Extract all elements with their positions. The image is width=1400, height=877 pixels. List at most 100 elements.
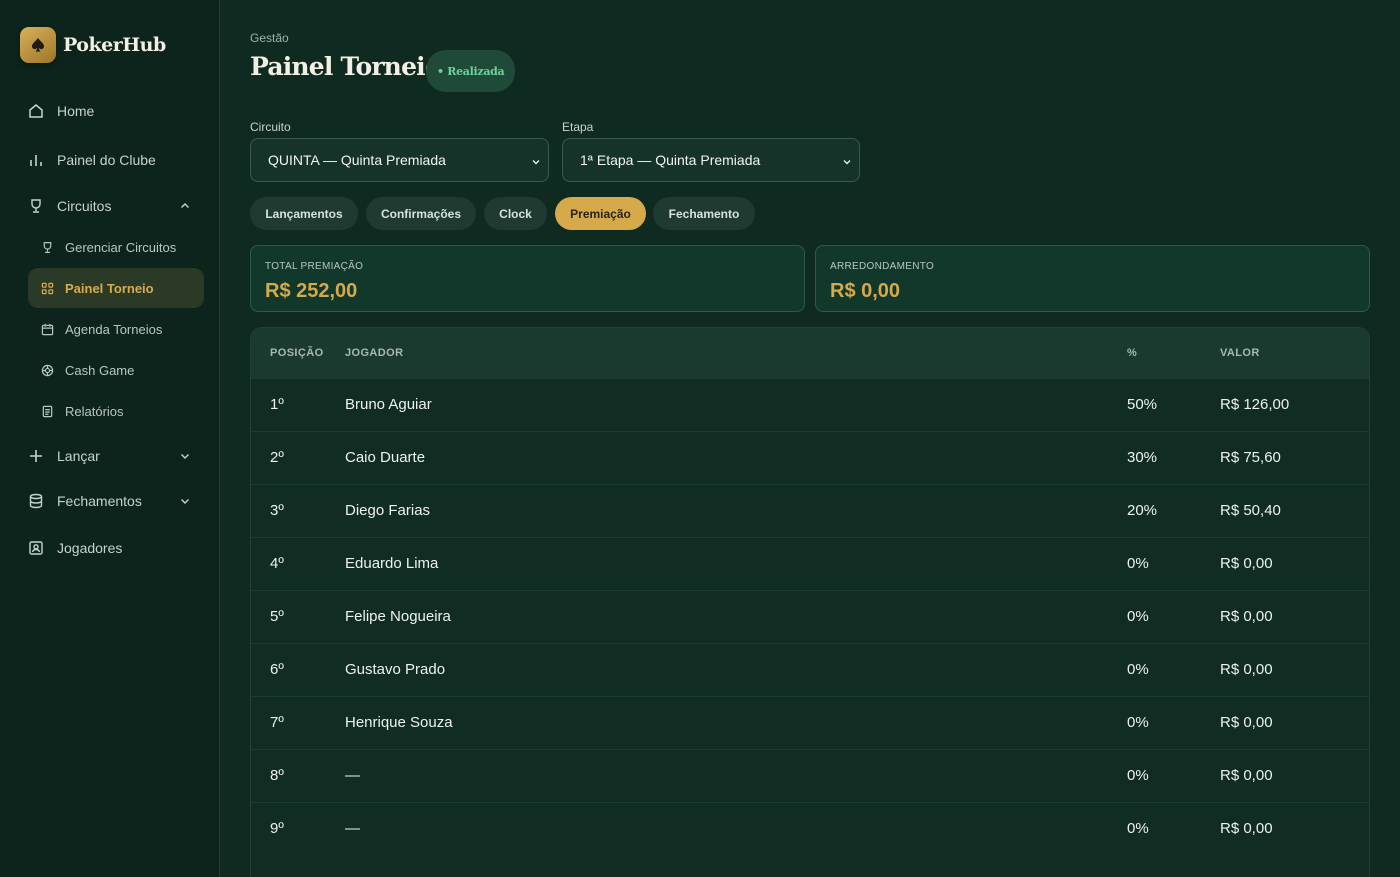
- column-header-percent: %: [1127, 347, 1138, 359]
- sidebar-item-lancar[interactable]: Lançar: [28, 436, 204, 476]
- spade-icon: [20, 27, 56, 63]
- row-player: Caio Duarte: [345, 449, 426, 466]
- row-percent: 50%: [1127, 396, 1158, 413]
- etapa-select-value: 1ª Etapa — Quinta Premiada: [580, 152, 761, 168]
- sidebar-subitem-cash-game[interactable]: Cash Game: [28, 350, 204, 390]
- row-player: —: [345, 767, 360, 784]
- row-value: R$ 50,40: [1220, 502, 1281, 519]
- sidebar-subitem-gerenciar-circuitos[interactable]: Gerenciar Circuitos: [28, 227, 204, 267]
- sidebar-subitem-relatorios[interactable]: Relatórios: [28, 391, 204, 431]
- trophy-icon: [28, 198, 44, 214]
- row-position: 7º: [270, 714, 284, 731]
- arredondamento-value: R$ 0,00: [830, 280, 901, 302]
- circuito-label: Circuito: [250, 120, 291, 134]
- home-icon: [28, 103, 44, 119]
- plus-icon: [28, 448, 44, 464]
- sidebar-item-painel-clube[interactable]: Painel do Clube: [28, 140, 204, 180]
- row-value: R$ 0,00: [1220, 820, 1273, 837]
- row-player: Felipe Nogueira: [345, 608, 451, 625]
- chip-icon: [40, 363, 54, 377]
- etapa-select[interactable]: 1ª Etapa — Quinta Premiada: [562, 138, 860, 182]
- sidebar-item-label: Painel do Clube: [57, 152, 156, 168]
- row-position: 6º: [270, 661, 284, 678]
- tab-lancamentos[interactable]: Lançamentos: [250, 197, 358, 230]
- row-percent: 20%: [1127, 502, 1158, 519]
- table-row[interactable]: 7º Henrique Souza 0% R$ 0,00: [251, 696, 1369, 749]
- sidebar-item-label: Lançar: [57, 448, 100, 464]
- row-position: 2º: [270, 449, 284, 466]
- sidebar-item-label: Home: [57, 103, 95, 119]
- sidebar-subitem-label: Cash Game: [65, 362, 135, 378]
- sidebar-subitem-label: Gerenciar Circuitos: [65, 239, 177, 255]
- row-value: R$ 0,00: [1220, 714, 1273, 731]
- table-row[interactable]: 4º Eduardo Lima 0% R$ 0,00: [251, 537, 1369, 590]
- row-position: 1º: [270, 396, 284, 413]
- arredondamento-label: ARREDONDAMENTO: [830, 261, 935, 272]
- document-icon: [40, 404, 54, 418]
- sidebar-subitem-painel-torneio[interactable]: Painel Torneio: [28, 268, 204, 308]
- chevron-up-icon[interactable]: [178, 199, 192, 213]
- sidebar-subitem-agenda-torneios[interactable]: Agenda Torneios: [28, 309, 204, 349]
- row-player: Henrique Souza: [345, 714, 453, 731]
- row-percent: 0%: [1127, 555, 1149, 572]
- database-icon: [28, 493, 44, 509]
- table-header: POSIÇÃO JOGADOR % VALOR: [251, 328, 1369, 378]
- status-badge: • Realizada: [426, 50, 516, 92]
- table-row[interactable]: 9º — 0% R$ 0,00: [251, 802, 1369, 855]
- prize-table: POSIÇÃO JOGADOR % VALOR 1º Bruno Aguiar 50…: [250, 327, 1370, 877]
- sidebar-item-label: Fechamentos: [57, 493, 142, 509]
- grid-icon: [40, 281, 54, 295]
- circuito-select-value: QUINTA — Quinta Premiada: [268, 152, 446, 168]
- contact-card-icon: [28, 540, 44, 556]
- chevron-down-icon[interactable]: [178, 449, 192, 463]
- table-row[interactable]: 8º — 0% R$ 0,00: [251, 749, 1369, 802]
- row-percent: 0%: [1127, 661, 1149, 678]
- total-premiacao-card: TOTAL PREMIAÇÃO R$ 252,00: [250, 245, 805, 312]
- trophy-icon: [40, 240, 54, 254]
- column-header-posicao: POSIÇÃO: [270, 347, 324, 359]
- row-player: Eduardo Lima: [345, 555, 439, 572]
- row-player: Bruno Aguiar: [345, 396, 432, 413]
- row-value: R$ 0,00: [1220, 661, 1273, 678]
- calendar-icon: [40, 322, 54, 336]
- row-percent: 0%: [1127, 714, 1149, 731]
- sidebar-subitem-label: Agenda Torneios: [65, 321, 163, 337]
- column-header-valor: VALOR: [1220, 347, 1260, 359]
- tab-fechamento[interactable]: Fechamento: [653, 197, 755, 230]
- table-row[interactable]: 6º Gustavo Prado 0% R$ 0,00: [251, 643, 1369, 696]
- row-position: 4º: [270, 555, 284, 572]
- sidebar-subitem-label: Painel Torneio: [65, 280, 154, 296]
- row-player: Gustavo Prado: [345, 661, 446, 678]
- row-value: R$ 0,00: [1220, 555, 1273, 572]
- table-row[interactable]: 2º Caio Duarte 30% R$ 75,60: [251, 431, 1369, 484]
- chevron-down-icon: [841, 155, 853, 167]
- page-title: Painel Torneio: [250, 52, 442, 81]
- sidebar-item-home[interactable]: Home: [28, 91, 204, 131]
- column-header-jogador: JOGADOR: [345, 347, 404, 359]
- sidebar-item-jogadores[interactable]: Jogadores: [28, 528, 204, 568]
- table-row[interactable]: 1º Bruno Aguiar 50% R$ 126,00: [251, 378, 1369, 431]
- row-value: R$ 75,60: [1220, 449, 1281, 466]
- row-position: 9º: [270, 820, 284, 837]
- tab-confirmacoes[interactable]: Confirmações: [366, 197, 476, 230]
- sidebar-item-circuitos[interactable]: Circuitos: [28, 186, 204, 226]
- brand-name: PokerHub: [63, 34, 166, 56]
- row-percent: 0%: [1127, 767, 1149, 784]
- tab-premiacao[interactable]: Premiação: [555, 197, 646, 230]
- table-row[interactable]: 3º Diego Farias 20% R$ 50,40: [251, 484, 1369, 537]
- chevron-down-icon: [530, 155, 542, 167]
- table-row[interactable]: 5º Felipe Nogueira 0% R$ 0,00: [251, 590, 1369, 643]
- etapa-label: Etapa: [562, 120, 594, 134]
- brand[interactable]: PokerHub: [20, 27, 166, 63]
- sidebar-item-label: Circuitos: [57, 198, 112, 214]
- row-percent: 30%: [1127, 449, 1158, 466]
- row-player: Diego Farias: [345, 502, 431, 519]
- total-premiacao-value: R$ 252,00: [265, 280, 358, 302]
- tab-clock[interactable]: Clock: [484, 197, 547, 230]
- sidebar: PokerHub Home Painel do Clube Circuitos: [0, 0, 220, 877]
- chevron-down-icon[interactable]: [178, 494, 192, 508]
- sidebar-item-label: Jogadores: [57, 540, 123, 556]
- row-percent: 0%: [1127, 820, 1149, 837]
- circuito-select[interactable]: QUINTA — Quinta Premiada: [250, 138, 549, 182]
- sidebar-item-fechamentos[interactable]: Fechamentos: [28, 481, 204, 521]
